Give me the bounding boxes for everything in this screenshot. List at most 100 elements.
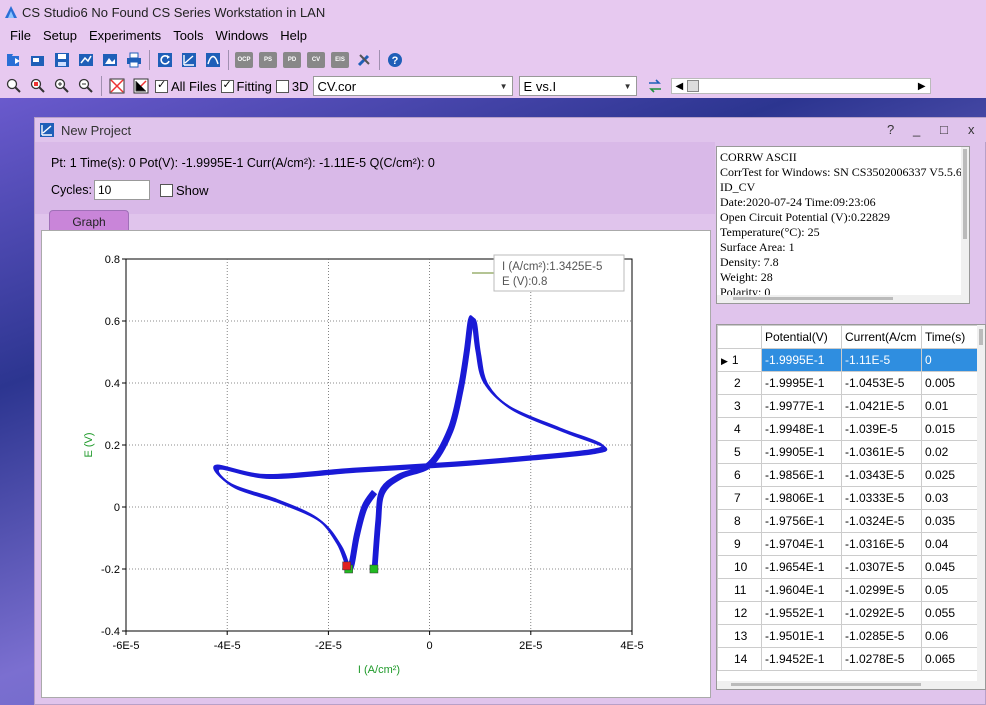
table-cell: -1.9995E-1 [761,348,842,372]
zoom-out-icon[interactable] [76,76,96,96]
header-line: Weight: 28 [720,270,773,284]
print-icon[interactable] [124,50,144,70]
menu-file[interactable]: File [4,28,37,43]
table-row[interactable]: 4 -1.9948E-1 -1.039E-5 0.015 [717,417,978,441]
file-scrollbar[interactable]: ◀ ▶ [670,78,931,94]
table-row[interactable]: 11 -1.9604E-1 -1.0299E-5 0.05 [717,578,978,602]
header-line: CorrTest for Windows: SN CS3502006337 V5… [720,165,962,179]
scroll-thumb[interactable] [963,149,967,239]
y-tick-label: -0.4 [101,626,120,638]
row-index: 10 [717,555,762,579]
table-row[interactable]: 13 -1.9501E-1 -1.0285E-5 0.06 [717,624,978,648]
info-panel: Pt: 1 Time(s): 0 Pot(V): -1.9995E-1 Curr… [35,142,715,214]
table-row[interactable]: 12 -1.9552E-1 -1.0292E-5 0.055 [717,601,978,625]
table-vertical-scrollbar[interactable] [977,325,985,689]
cv-button[interactable]: CV [307,52,325,68]
sync-icon[interactable] [645,76,665,96]
row-index: 3 [717,394,762,418]
fitting-checkbox[interactable]: Fitting [220,78,272,94]
header-line: Date:2020-07-24 Time:09:23:06 [720,195,876,209]
table-cell: -1.0453E-5 [841,371,922,395]
table-cell: 0.05 [921,578,978,602]
scroll-thumb[interactable] [687,80,700,92]
close-button[interactable]: x [968,122,975,137]
table-row[interactable]: 8 -1.9756E-1 -1.0324E-5 0.035 [717,509,978,533]
column-header-current: Current(A/cm [841,325,922,349]
menu-help[interactable]: Help [274,28,313,43]
pd-button[interactable]: PD [283,52,301,68]
header-line: Open Circuit Potential (V):0.22829 [720,210,890,224]
scroll-left-icon[interactable]: ◀ [676,81,684,92]
tab-graph[interactable]: Graph [49,210,129,232]
graph-area[interactable]: -6E-5 -4E-5 -2E-5 0 2E-5 4E-5 0.8 0.6 0.4 0.2 0 -0.… [41,230,711,698]
x-tick-label: 0 [427,640,433,652]
menu-tools[interactable]: Tools [167,28,209,43]
3d-checkbox[interactable]: 3D [275,79,309,94]
table-cell: -1.9806E-1 [761,486,842,510]
scroll-thumb[interactable] [733,297,893,300]
show-checkbox[interactable]: Show [159,183,209,198]
peak-tool-icon[interactable] [203,50,223,70]
table-row[interactable]: 5 -1.9905E-1 -1.0361E-5 0.02 [717,440,978,464]
tools-icon[interactable] [354,50,374,70]
toolbar-separator [379,50,380,70]
ocp-button[interactable]: OCP [235,52,253,68]
x-tick-label: 2E-5 [519,640,542,652]
curve-tool-icon[interactable] [179,50,199,70]
header-vertical-scrollbar[interactable] [961,147,969,303]
plot-type-select[interactable]: E vs.I ▼ [518,76,637,96]
table-row[interactable]: 6 -1.9856E-1 -1.0343E-5 0.025 [717,463,978,487]
column-header-potential: Potential(V) [761,325,842,349]
table-cell: -1.0361E-5 [841,440,922,464]
table-row[interactable]: 7 -1.9806E-1 -1.0333E-5 0.03 [717,486,978,510]
eis-button[interactable]: EIS [331,52,349,68]
table-header-row: Potential(V) Current(A/cm Time(s) [717,325,978,349]
open-file-icon[interactable] [4,50,24,70]
minimize-button[interactable]: _ [913,122,920,137]
cursor-status-line: Pt: 1 Time(s): 0 Pot(V): -1.9995E-1 Curr… [51,156,435,170]
help-icon[interactable]: ? [385,50,405,70]
header-line: Temperature(°C): 25 [720,225,820,239]
table-row[interactable]: 3 -1.9977E-1 -1.0421E-5 0.01 [717,394,978,418]
cv-chart[interactable]: -6E-5 -4E-5 -2E-5 0 2E-5 4E-5 0.8 0.6 0.4 0.2 0 -0.… [42,231,712,699]
scroll-right-icon[interactable]: ▶ [918,81,926,92]
cycles-input[interactable]: 10 [93,180,150,200]
save-icon[interactable] [52,50,72,70]
table-row[interactable]: 2 -1.9995E-1 -1.0453E-5 0.005 [717,371,978,395]
header-horizontal-scrollbar[interactable] [717,295,969,303]
y-tick-label: -0.2 [101,564,120,576]
header-line: Surface Area: 1 [720,240,795,254]
zoom-fit-icon[interactable] [4,76,24,96]
open-folder-icon[interactable] [28,50,48,70]
maximize-button[interactable]: □ [940,122,948,137]
scroll-thumb[interactable] [731,683,921,686]
table-cell: -1.9977E-1 [761,394,842,418]
table-horizontal-scrollbar[interactable] [717,681,985,689]
clear-chart-icon[interactable] [131,76,151,96]
refresh-icon[interactable] [155,50,175,70]
table-row[interactable]: 10 -1.9654E-1 -1.0307E-5 0.045 [717,555,978,579]
show-check-icon [159,183,173,197]
file-select[interactable]: CV.cor ▼ [312,76,513,96]
zoom-region-icon[interactable] [28,76,48,96]
table-row[interactable]: 14 -1.9452E-1 -1.0278E-5 0.065 [717,647,978,671]
table-cell: 0.02 [921,440,978,464]
cycles-row: Cycles: 10 Show [51,180,211,200]
help-button[interactable]: ? [887,122,894,137]
ps-button[interactable]: PS [259,52,277,68]
chart-export-icon[interactable] [76,50,96,70]
table-row[interactable]: 9 -1.9704E-1 -1.0316E-5 0.04 [717,532,978,556]
all-files-checkbox[interactable]: All Files [155,78,217,94]
remove-curve-icon[interactable] [107,76,127,96]
table-cell: -1.11E-5 [841,348,922,372]
scroll-thumb[interactable] [979,329,983,345]
menu-windows[interactable]: Windows [210,28,275,43]
y-tick-label: 0.8 [105,254,120,266]
image-icon[interactable] [100,50,120,70]
menu-setup[interactable]: Setup [37,28,83,43]
x-tick-label: -6E-5 [113,640,140,652]
menu-experiments[interactable]: Experiments [83,28,167,43]
zoom-in-icon[interactable] [52,76,72,96]
table-body: ▶ 1 -1.9995E-1 -1.11E-5 0 2 -1.9995E-1 -1.0453E… [717,348,978,671]
table-row[interactable]: ▶ 1 -1.9995E-1 -1.11E-5 0 [717,348,978,372]
